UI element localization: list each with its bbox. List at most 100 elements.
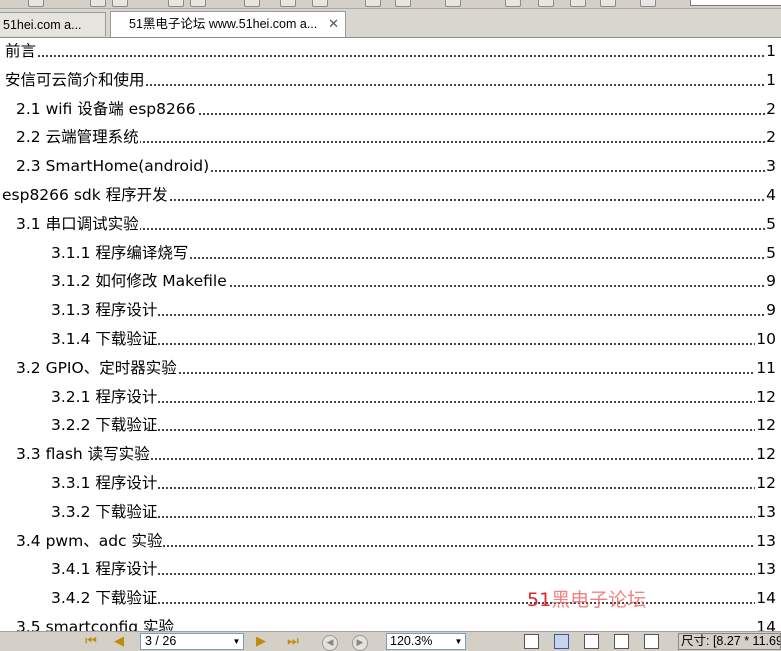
toolbar-button[interactable] [190,0,206,7]
toolbar-search-field[interactable] [690,0,781,6]
toc-entry[interactable]: 2.2 云端管理系统 2 [16,124,776,151]
toc-entry[interactable]: 3.3.2 下载验证 13 [51,498,776,525]
toc-leader-dots [55,400,772,403]
toc-entry-page: 5 [765,210,776,237]
toc-entry[interactable]: esp8266 sdk 程序开发 4 [2,182,776,208]
chevron-down-icon[interactable]: ▼ [453,635,464,648]
toc-entry-title: esp8266 sdk 程序开发 [2,182,169,208]
single-page-view-icon[interactable] [524,634,539,649]
toolbar-button[interactable] [312,0,328,7]
toc-entry[interactable]: 2.1 wifi 设备端 esp8266 2 [16,95,776,122]
tab-document-1[interactable]: 51hei.com a... [0,12,106,36]
toc-entry[interactable]: 安信可云简介和使用 1 [5,66,776,93]
zoom-field[interactable]: 120.3% ▼ [386,633,466,650]
toc-entry-page: 5 [765,239,776,266]
toc-entry-page: 12 [755,412,776,439]
toolbar-button[interactable] [28,0,44,7]
toc-entry[interactable]: 3.4.2 下载验证 14 [51,585,776,612]
toc-entry[interactable]: 3.2 GPIO、定时器实验 11 [16,354,776,381]
toc-entry-title: 3.3 flash 读写实验 [16,441,151,468]
toolbar-button[interactable] [112,0,128,7]
page-size-readout: 尺寸: [8.27 * 11.69 [678,633,781,650]
toc-entry[interactable]: 3.4.1 程序设计 13 [51,556,776,583]
toc-entry[interactable]: 3.1 串口调试实验 5 [16,210,776,237]
toolbar-button[interactable] [244,0,260,7]
toc-leader-dots [55,573,772,576]
forward-circle-icon[interactable]: ▶ [352,635,368,651]
toc-entry-page: 11 [755,354,776,381]
toc-entry[interactable]: 3.2.2 下载验证 12 [51,412,776,439]
toc-entry-title: 2.1 wifi 设备端 esp8266 [16,95,197,122]
toc-entry-title: 3.4.1 程序设计 [51,556,159,583]
toc-entry-page: 2 [765,124,776,151]
toc-entry-page: 3 [765,153,776,180]
toc-entry-page: 12 [755,441,776,468]
facing-pages-view-icon[interactable] [584,634,599,649]
toc-entry-title: 3.4.2 下载验证 [51,585,159,612]
toc-entry-page: 13 [755,498,776,525]
close-tab-icon[interactable]: ✕ [328,12,339,36]
toc-entry-title: 3.1 串口调试实验 [16,210,140,237]
chevron-down-icon[interactable]: ▼ [231,635,242,648]
first-page-icon[interactable]: ⏮ [82,634,100,650]
toolbar-button[interactable] [600,0,616,7]
page-number-field[interactable]: 3 / 26 ▼ [140,633,244,650]
toolbar-button[interactable] [505,0,521,7]
toc-entry[interactable]: 3.3 flash 读写实验 12 [16,441,776,468]
toc-entry-page: 2 [765,95,776,122]
toc-leader-dots [9,55,772,57]
continuous-facing-view-icon[interactable] [614,634,629,649]
toc-leader-dots [55,429,772,432]
toc-entry-page: 13 [755,527,776,554]
toc-entry[interactable]: 3.1.4 下载验证 10 [51,326,776,352]
toc-leader-dots [55,487,772,489]
toc-entry[interactable]: 3.2.1 程序设计 12 [51,383,776,410]
toc-entry-title: 3.1.2 如何修改 Makefile [51,268,228,295]
toc-entry[interactable]: 3.3.1 程序设计 12 [51,470,776,496]
toc-entry[interactable]: 2.3 SmartHome(android) 3 [16,153,776,180]
toolbar-button[interactable] [365,0,381,7]
tab-label: 51hei.com a... [3,18,82,32]
tab-label: 51黑电子论坛 www.51hei.com a... [129,17,318,31]
toc-entry-title: 3.1.4 下载验证 [51,326,159,352]
toc-entry-title: 3.2.2 下载验证 [51,412,159,439]
toolbar-button[interactable] [570,0,586,7]
toc-entry-title: 安信可云简介和使用 [5,66,146,93]
toc-entry-page: 14 [755,585,776,612]
watermark-text: 黑电子论坛 [551,589,647,611]
toc-entry-page: 12 [755,470,776,496]
toc-entry-page: 10 [755,326,776,352]
toc-entry[interactable]: 3.5 smartconfig 实验 14 [16,614,776,631]
prev-page-icon[interactable]: ◀ [110,634,128,650]
document-view[interactable]: 前言 1 安信可云简介和使用 1 2.1 wifi 设备端 esp8266 2 2.2 云端… [0,38,781,631]
toolbar-button[interactable] [280,0,296,7]
back-circle-icon[interactable]: ◀ [322,635,338,651]
toc-entry-title: 3.1.1 程序编译烧写 [51,239,190,266]
toc-entry[interactable]: 3.1.1 程序编译烧写 5 [51,239,776,266]
toc-entry-page: 1 [765,66,776,93]
toc-entry-page: 9 [765,268,776,295]
fullscreen-icon[interactable] [644,634,659,649]
last-page-icon[interactable]: ⏭ [284,634,302,650]
status-bar: ⏮ ◀ 3 / 26 ▼ ▶ ⏭ ◀ ▶ 120.3% ▼ 尺寸: [8.27 … [0,631,781,651]
toc-entry-title: 3.3.2 下载验证 [51,498,159,525]
toc-entry-title: 3.1.3 程序设计 [51,297,159,324]
toc-entry-title: 3.2.1 程序设计 [51,383,159,410]
toc-entry-title: 前言 [5,38,38,64]
toc-entry[interactable]: 3.1.3 程序设计 9 [51,297,776,324]
toolbar-button[interactable] [445,0,461,7]
next-page-icon[interactable]: ▶ [252,634,270,650]
toolbar-button[interactable] [395,0,411,7]
toc-entry-title: 3.3.1 程序设计 [51,470,159,496]
toc-entry-title: 3.2 GPIO、定时器实验 [16,354,178,381]
toc-entry[interactable]: 3.4 pwm、adc 实验 13 [16,527,776,554]
toc-entry[interactable]: 前言 1 [5,38,776,64]
toolbar-button[interactable] [90,0,106,7]
toolbar-button[interactable] [168,0,184,7]
toc-entry[interactable]: 3.1.2 如何修改 Makefile 9 [51,268,776,295]
watermark: 51黑电子论坛 [527,585,646,612]
toolbar-button[interactable] [640,0,656,7]
continuous-view-icon[interactable] [554,634,569,649]
tab-document-2[interactable]: 51黑电子论坛 www.51hei.com a... ✕ [110,11,346,37]
toolbar-button[interactable] [538,0,554,7]
